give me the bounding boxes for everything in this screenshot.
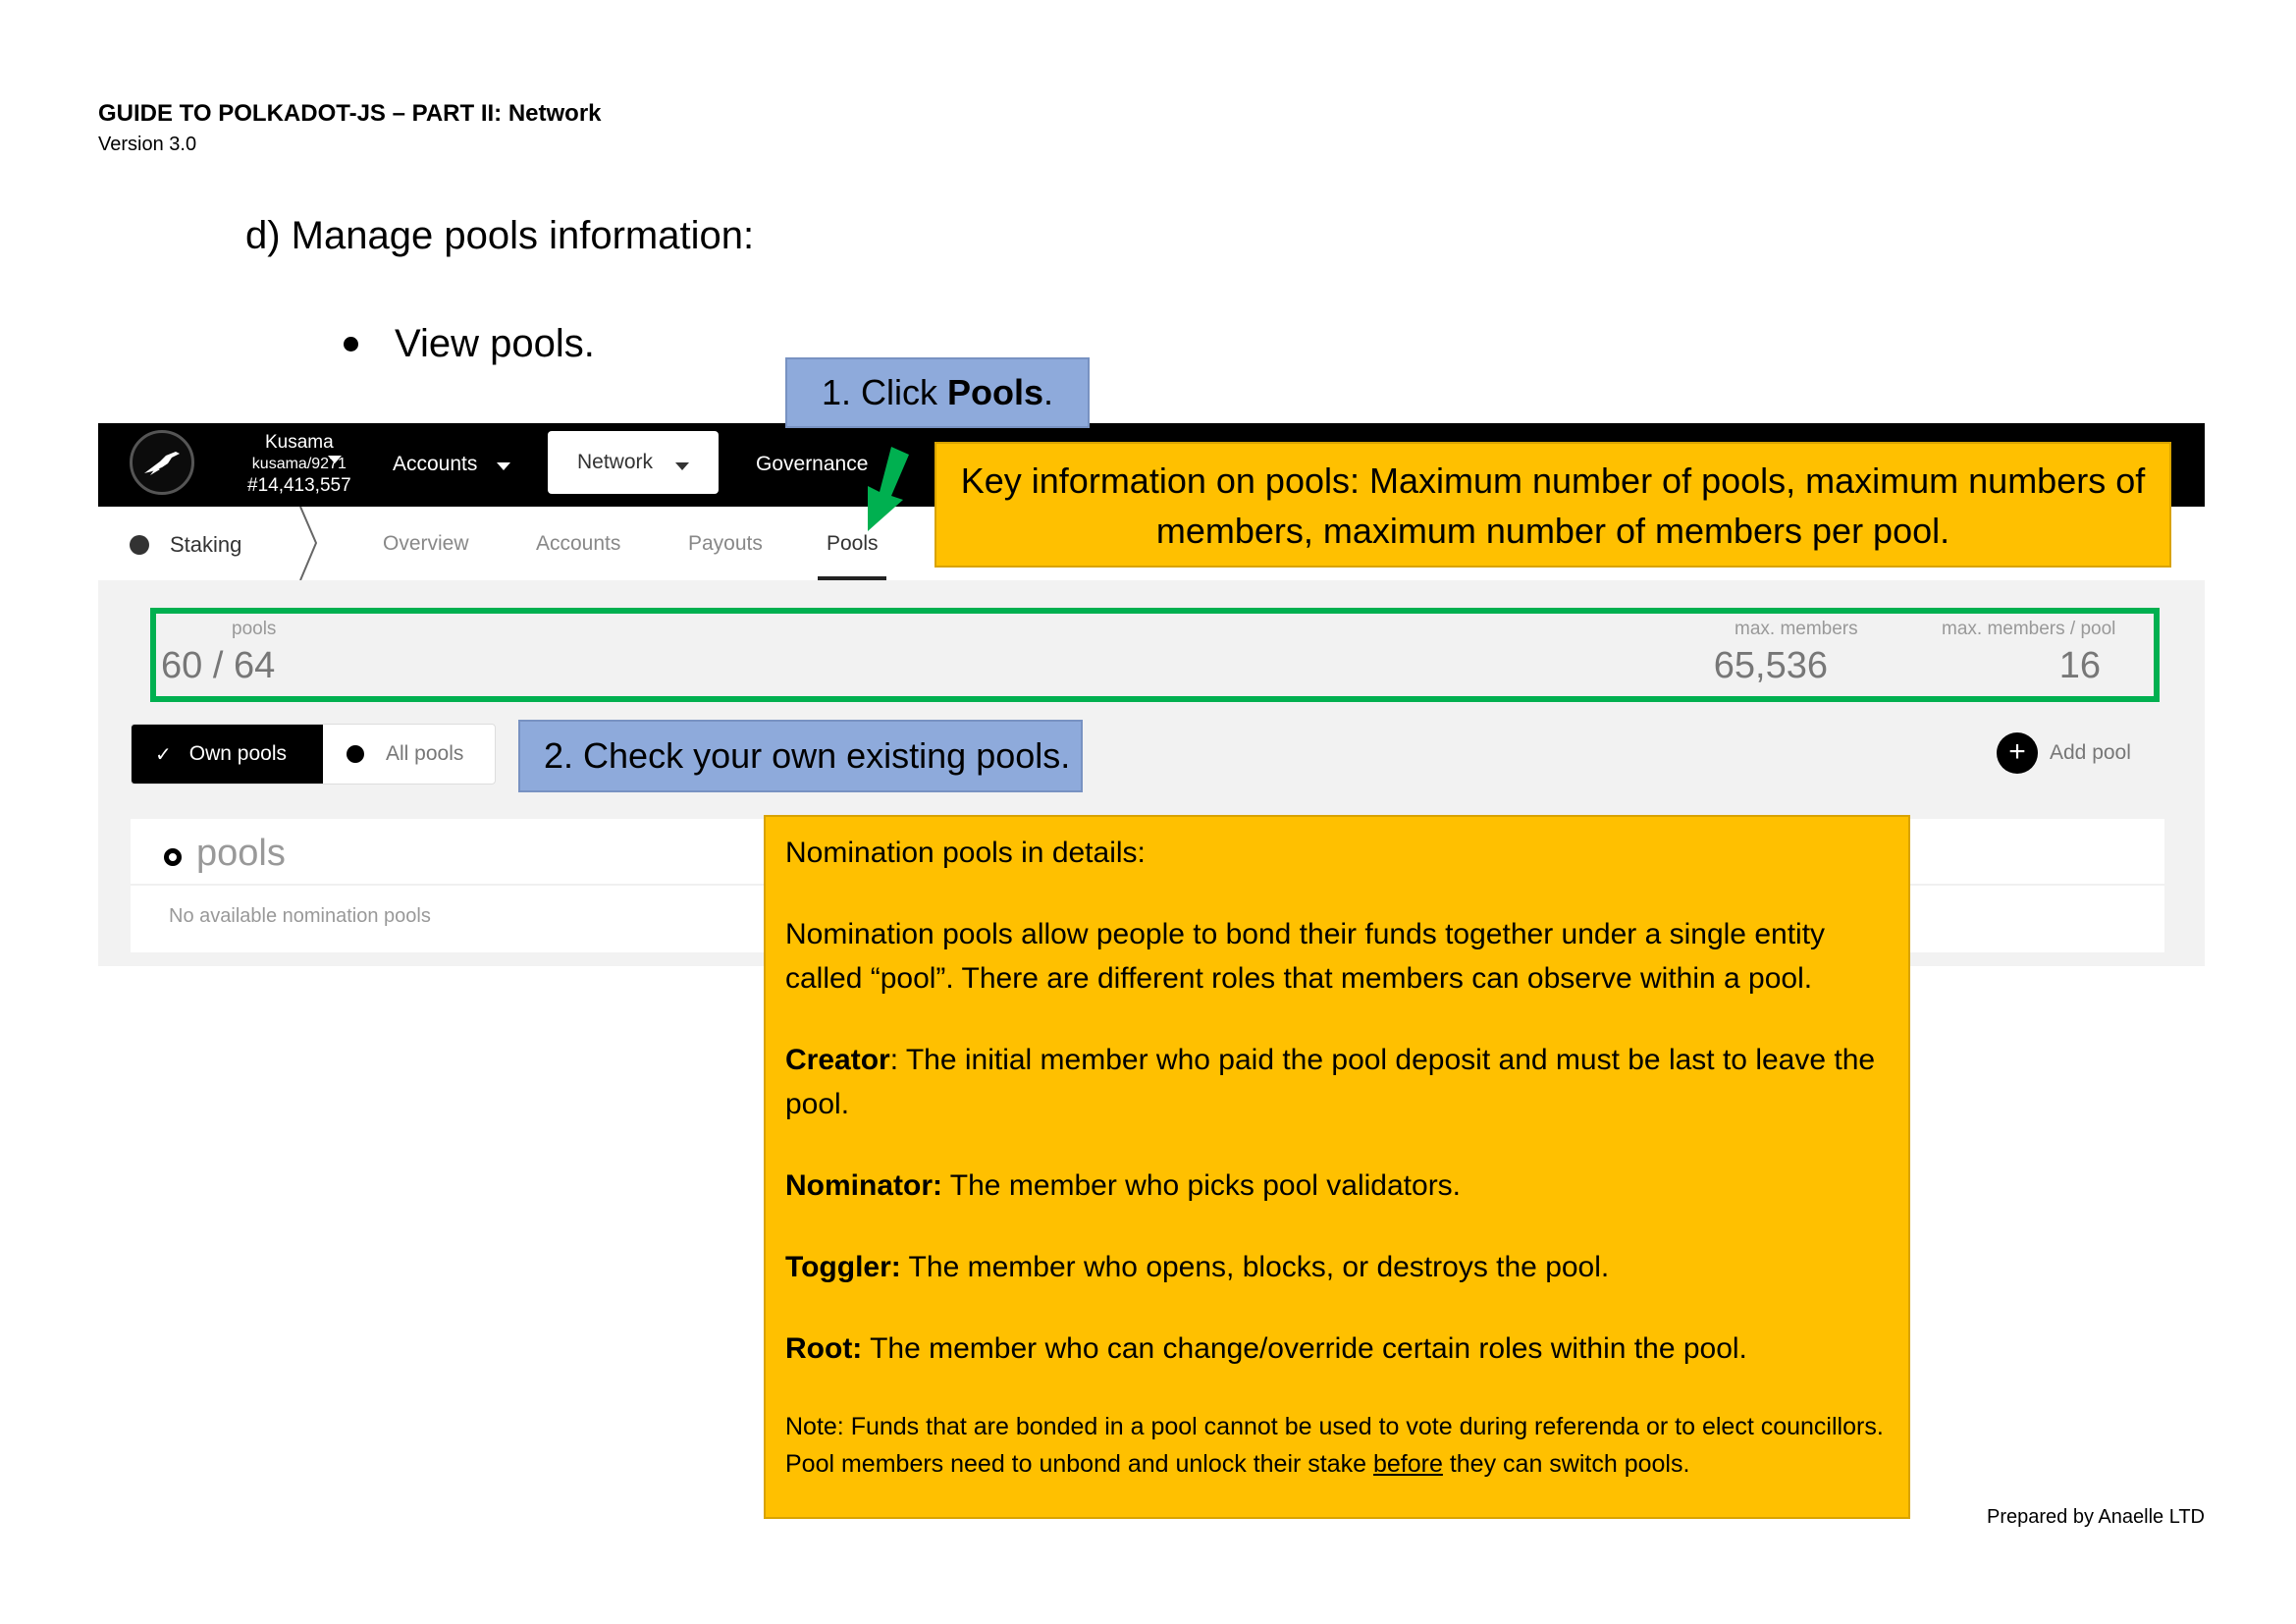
subnav-section-label: Staking [170, 532, 242, 557]
callout-click-pools-suffix: . [1043, 372, 1054, 412]
own-pools-toggle[interactable]: ✓ Own pools [132, 725, 323, 784]
toggler-text: The member who opens, blocks, or destroy… [900, 1251, 1610, 1283]
chain-selector[interactable]: Kusama kusama/9271 #14,413,557 [247, 432, 351, 497]
radio-dot-icon [347, 745, 364, 763]
tab-pools[interactable]: Pools [827, 532, 879, 556]
root-label: Root: [785, 1332, 863, 1365]
details-heading: Nomination pools in details: [785, 837, 1146, 869]
note-underlined: before [1373, 1450, 1443, 1478]
root-text: The member who can change/override certa… [862, 1332, 1747, 1365]
creator-text: : The initial member who paid the pool d… [785, 1044, 1876, 1120]
bullet-icon [344, 337, 358, 352]
note-text-after: they can switch pools. [1442, 1450, 1690, 1478]
chain-name: Kusama [264, 432, 334, 453]
chevron-down-icon[interactable] [675, 462, 689, 470]
note-text-before: Note: Funds that are bonded in a pool ca… [785, 1413, 1884, 1478]
nominator-text: The member who picks pool validators. [942, 1169, 1462, 1202]
block-number: #14,413,557 [247, 475, 351, 496]
all-pools-label: All pools [386, 742, 464, 765]
own-pools-label: Own pools [188, 742, 287, 765]
add-pool-icon[interactable]: + [1997, 732, 2038, 774]
active-tab-indicator [818, 576, 886, 580]
document-version: Version 3.0 [98, 134, 197, 155]
callout-click-pools-bold: Pools [947, 372, 1044, 412]
all-pools-toggle[interactable]: All pools [323, 725, 495, 784]
tab-payouts[interactable]: Payouts [688, 532, 763, 556]
nav-accounts[interactable]: Accounts [393, 453, 477, 476]
creator-label: Creator [785, 1044, 890, 1076]
bird-icon [144, 452, 180, 475]
details-creator: Creator: The initial member who paid the… [785, 1038, 1889, 1126]
summary-highlight-box [150, 608, 2160, 702]
gear-icon [130, 535, 149, 555]
details-nominator: Nominator: The member who picks pool val… [785, 1164, 1889, 1208]
callout-check-own-pools: 2. Check your own existing pools. [518, 720, 1083, 792]
section-heading: d) Manage pools information: [245, 214, 755, 257]
empty-state-text: No available nomination pools [169, 905, 431, 927]
tab-accounts[interactable]: Accounts [536, 532, 620, 556]
bullet-text: View pools. [395, 322, 595, 365]
check-icon: ✓ [155, 743, 172, 766]
toggler-label: Toggler: [785, 1251, 901, 1283]
callout-click-pools: 1. Click Pools. [785, 357, 1090, 428]
nominator-label: Nominator: [785, 1169, 942, 1202]
pools-filter-toggle: ✓ Own pools All pools [131, 724, 496, 785]
callout-pool-details: Nomination pools in details: Nomination … [764, 815, 1910, 1519]
details-root: Root: The member who can change/override… [785, 1326, 1889, 1371]
breadcrumb-divider-icon [299, 507, 318, 580]
pools-header-icon [164, 848, 182, 866]
details-intro: Nomination pools allow people to bond th… [785, 918, 1826, 995]
pools-table-header: pools [196, 833, 286, 874]
document-footer: Prepared by Anaelle LTD [1987, 1506, 2205, 1528]
tab-overview[interactable]: Overview [383, 532, 469, 556]
details-note: Note: Funds that are bonded in a pool ca… [785, 1408, 1889, 1483]
nav-network[interactable]: Network [548, 431, 719, 494]
details-toggler: Toggler: The member who opens, blocks, o… [785, 1245, 1889, 1289]
callout-click-pools-prefix: 1. Click [821, 372, 937, 412]
kusama-logo-icon[interactable] [130, 430, 194, 495]
document-title: GUIDE TO POLKADOT-JS – PART II: Network [98, 100, 602, 127]
nav-governance[interactable]: Governance [756, 453, 868, 476]
green-arrow-icon [868, 447, 909, 531]
chevron-down-icon[interactable] [328, 456, 342, 463]
add-pool-button[interactable]: Add pool [2050, 741, 2131, 765]
callout-key-information: Key information on pools: Maximum number… [934, 442, 2171, 568]
chevron-down-icon[interactable] [497, 462, 510, 470]
